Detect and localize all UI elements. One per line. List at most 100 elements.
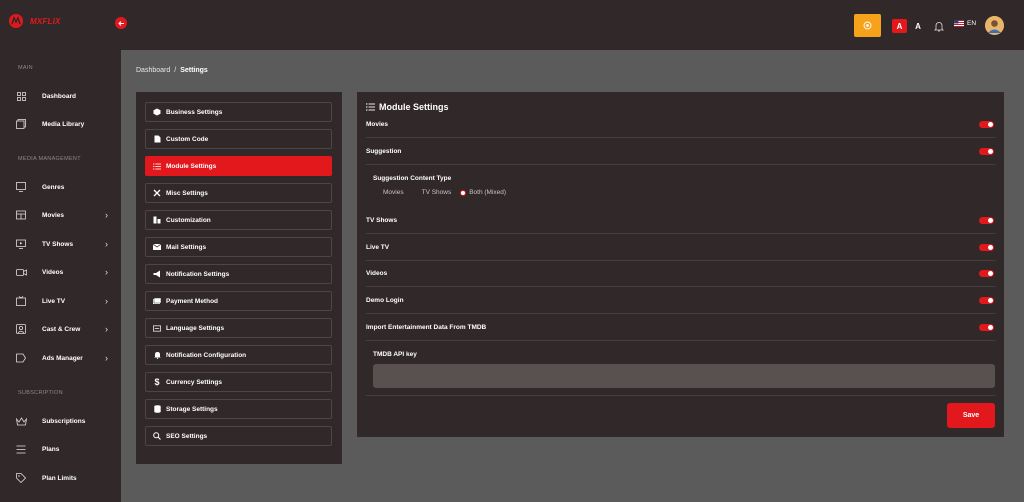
settings-nav-language[interactable]: Language Settings: [145, 318, 332, 338]
tag-icon: [14, 471, 28, 485]
live-tv-toggle[interactable]: [979, 244, 994, 251]
module-row-label: TV Shows: [366, 217, 398, 224]
settings-nav-storage[interactable]: Storage Settings: [145, 399, 332, 419]
sidebar-item-label: TV Shows: [42, 240, 74, 248]
settings-nav-payment[interactable]: Payment Method: [145, 291, 332, 311]
settings-nav-notification[interactable]: Notification Settings: [145, 264, 332, 284]
radio-both-mixed[interactable]: Both (Mixed): [460, 189, 506, 196]
ads-icon: [14, 351, 28, 365]
module-row-label: Suggestion: [366, 148, 402, 155]
notification-button[interactable]: [934, 19, 946, 32]
module-row-movies: Movies: [366, 112, 996, 138]
sidebar-item-genres[interactable]: Genres: [12, 177, 112, 197]
module-row-tv-shows: TV Shows: [366, 208, 996, 234]
settings-nav-label: Notification Configuration: [166, 351, 247, 359]
breadcrumb-dashboard-link[interactable]: Dashboard: [136, 67, 170, 74]
sidebar-item-label: Videos: [42, 268, 64, 276]
logo[interactable]: MXFLIX: [8, 13, 61, 29]
bell-icon: [934, 22, 944, 32]
dollar-icon: $: [154, 377, 160, 387]
list-icon: [366, 103, 375, 111]
theme-toggle-button[interactable]: [854, 14, 881, 37]
radio-movies[interactable]: Movies: [374, 189, 404, 196]
sidebar-item-live-tv[interactable]: Live TV ›: [12, 291, 112, 311]
settings-nav-customization[interactable]: Customization: [145, 210, 332, 230]
sun-icon: [863, 21, 872, 30]
demo-login-toggle[interactable]: [979, 297, 994, 304]
sidebar-item-label: Live TV: [42, 297, 66, 305]
settings-nav-misc[interactable]: Misc Settings: [145, 183, 332, 203]
sidebar-item-label: Movies: [42, 211, 65, 219]
video-icon: [14, 265, 28, 279]
import-tmdb-toggle[interactable]: [979, 324, 994, 331]
sidebar-item-label: Plan Limits: [42, 474, 77, 482]
settings-nav-business[interactable]: Business Settings: [145, 102, 332, 122]
videos-toggle[interactable]: [979, 270, 994, 277]
language-label: EN: [967, 20, 977, 27]
sidebar-item-cast-crew[interactable]: Cast & Crew ›: [12, 319, 112, 339]
module-row-suggestion: Suggestion: [366, 139, 996, 165]
collapse-sidebar-button[interactable]: [115, 17, 127, 29]
section-label-main: MAIN: [18, 65, 33, 71]
font-size-large-button[interactable]: A: [912, 19, 924, 33]
module-row-label: Movies: [366, 121, 389, 128]
sidebar-item-movies[interactable]: Movies ›: [12, 205, 112, 225]
save-button[interactable]: Save: [947, 403, 995, 428]
sidebar-item-ads-manager[interactable]: Ads Manager ›: [12, 348, 112, 368]
tmdb-api-key-input[interactable]: [373, 364, 995, 388]
sidebar-item-tv-shows[interactable]: TV Shows ›: [12, 234, 112, 254]
sidebar-item-subscriptions[interactable]: Subscriptions: [12, 411, 112, 431]
sidebar-item-media-library[interactable]: Media Library: [12, 114, 112, 134]
tmdb-api-key-label: TMDB API key: [373, 351, 417, 358]
sidebar-item-dashboard[interactable]: Dashboard: [12, 86, 112, 106]
logo-text: MXFLIX: [30, 16, 61, 26]
divider: [366, 395, 996, 396]
search-icon: [153, 432, 161, 440]
settings-nav-currency[interactable]: $ Currency Settings: [145, 372, 332, 392]
chevron-right-icon: ›: [105, 324, 108, 334]
chevron-right-icon: ›: [105, 210, 108, 220]
tv-shows-toggle[interactable]: [979, 217, 994, 224]
breadcrumb: Dashboard / Settings: [136, 67, 208, 74]
avatar[interactable]: [985, 16, 1004, 35]
settings-nav-notification-config[interactable]: Notification Configuration: [145, 345, 332, 365]
radio-dot: [412, 189, 419, 196]
settings-nav-custom-code[interactable]: Custom Code: [145, 129, 332, 149]
language-selector[interactable]: EN: [954, 20, 976, 27]
file-icon: [153, 135, 161, 143]
module-row-import-tmdb: Import Entertainment Data From TMDB: [366, 315, 996, 341]
settings-nav-mail[interactable]: Mail Settings: [145, 237, 332, 257]
us-flag-icon: [954, 20, 964, 27]
movies-toggle[interactable]: [979, 121, 994, 128]
database-icon: [153, 405, 161, 413]
arrow-left-icon: [117, 20, 124, 26]
radio-dot-selected: [460, 189, 467, 196]
settings-nav-label: Misc Settings: [166, 189, 208, 197]
movies-icon: [14, 208, 28, 222]
cube-icon: [153, 108, 161, 116]
settings-nav-label: Custom Code: [166, 135, 209, 143]
radio-tv-shows[interactable]: TV Shows: [412, 189, 452, 196]
suggestion-toggle[interactable]: [979, 148, 994, 155]
breadcrumb-current: Settings: [180, 67, 208, 74]
sidebar-item-label: Cast & Crew: [42, 325, 81, 333]
settings-nav-module[interactable]: Module Settings: [145, 156, 332, 176]
settings-nav-label: Customization: [166, 216, 211, 224]
sidebar-item-plan-limits[interactable]: Plan Limits: [12, 468, 112, 488]
section-label-subscription: SUBSCRIPTION: [18, 390, 63, 396]
mail-icon: [153, 243, 161, 251]
customization-icon: [153, 216, 161, 224]
radio-label: TV Shows: [421, 189, 452, 196]
list-icon: [14, 442, 28, 456]
sidebar-item-videos[interactable]: Videos ›: [12, 262, 112, 282]
language-icon: [153, 324, 161, 332]
settings-nav-seo[interactable]: SEO Settings: [145, 426, 332, 446]
font-size-small-button[interactable]: A: [892, 19, 907, 33]
sidebar: MXFLIX MAIN Dashboard Media Library MEDI…: [0, 0, 121, 502]
radio-dot: [374, 189, 380, 196]
breadcrumb-separator: /: [174, 67, 177, 74]
sidebar-item-plans[interactable]: Plans: [12, 439, 112, 459]
tools-icon: [153, 189, 161, 197]
bell-icon: [153, 351, 161, 359]
module-row-label: Demo Login: [366, 297, 404, 304]
